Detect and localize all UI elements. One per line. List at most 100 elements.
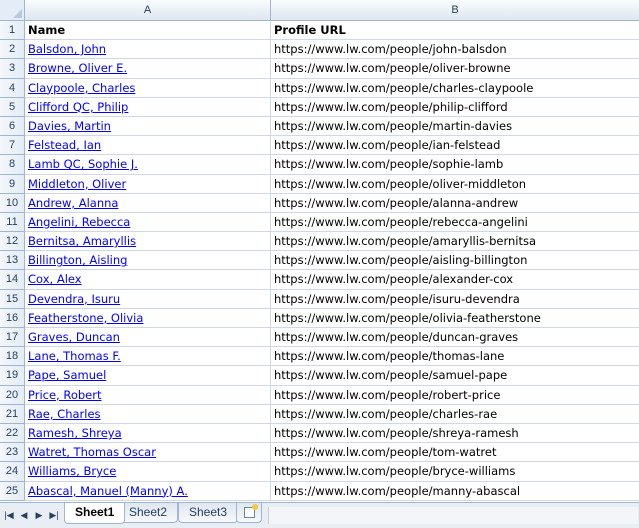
row-header[interactable]: 14	[0, 270, 25, 290]
name-hyperlink[interactable]: Lamb QC, Sophie J.	[28, 157, 138, 171]
name-hyperlink[interactable]: Price, Robert	[28, 388, 102, 402]
cell-url[interactable]: https://www.lw.com/people/oliver-browne	[271, 59, 639, 79]
row-header[interactable]: 20	[0, 385, 25, 405]
cell-name[interactable]: Graves, Duncan	[25, 328, 271, 348]
cell-name[interactable]: Middleton, Oliver	[25, 174, 271, 194]
name-hyperlink[interactable]: Andrew, Alanna	[28, 196, 118, 210]
name-hyperlink[interactable]: Bernitsa, Amaryllis	[28, 234, 136, 248]
row-header[interactable]: 25	[0, 481, 25, 501]
name-hyperlink[interactable]: Rae, Charles	[28, 407, 101, 421]
cell-name[interactable]: Lamb QC, Sophie J.	[25, 155, 271, 175]
row-header[interactable]: 6	[0, 116, 25, 137]
name-hyperlink[interactable]: Clifford QC, Philip	[28, 100, 128, 114]
cell-name[interactable]: Williams, Bryce	[25, 462, 271, 482]
row-header[interactable]: 5	[0, 97, 25, 117]
cell-name[interactable]: Davies, Martin	[25, 116, 271, 137]
name-hyperlink[interactable]: Angelini, Rebecca	[28, 215, 130, 229]
name-hyperlink[interactable]: Billington, Aisling	[28, 253, 127, 267]
cell-name[interactable]: Lane, Thomas F.	[25, 347, 271, 367]
cell-url[interactable]: https://www.lw.com/people/duncan-graves	[271, 328, 639, 348]
cell-url[interactable]: https://www.lw.com/people/alexander-cox	[271, 270, 639, 290]
row-header[interactable]: 13	[0, 251, 25, 271]
tab-sheet1[interactable]: Sheet1	[64, 503, 126, 524]
name-hyperlink[interactable]: Claypoole, Charles	[28, 81, 135, 95]
row-header[interactable]: 24	[0, 462, 25, 482]
cell-url[interactable]: https://www.lw.com/people/bryce-williams	[271, 462, 639, 482]
name-hyperlink[interactable]: Felstead, Ian	[28, 138, 101, 152]
name-hyperlink[interactable]: Middleton, Oliver	[28, 177, 126, 191]
cell-name[interactable]: Bernitsa, Amaryllis	[25, 232, 271, 252]
select-all-corner[interactable]	[0, 0, 25, 21]
cell-name[interactable]: Felstead, Ian	[25, 136, 271, 156]
cell-name[interactable]: Andrew, Alanna	[25, 193, 271, 213]
row-header[interactable]: 2	[0, 40, 25, 60]
cell-name[interactable]: Claypoole, Charles	[25, 78, 271, 98]
cell-name[interactable]: Cox, Alex	[25, 270, 271, 290]
cell-name[interactable]: Featherstone, Olivia	[25, 308, 271, 328]
row-header[interactable]: 18	[0, 347, 25, 367]
name-hyperlink[interactable]: Pape, Samuel	[28, 368, 106, 382]
row-header[interactable]: 7	[0, 136, 25, 156]
cell-name[interactable]: Balsdon, John	[25, 40, 271, 60]
row-header[interactable]: 15	[0, 289, 25, 309]
cell-url[interactable]: https://www.lw.com/people/aisling-billin…	[271, 251, 639, 271]
cell-url[interactable]: https://www.lw.com/people/john-balsdon	[271, 40, 639, 60]
name-hyperlink[interactable]: Davies, Martin	[28, 119, 111, 133]
row-header[interactable]: 22	[0, 423, 25, 444]
cell-name[interactable]: Billington, Aisling	[25, 251, 271, 271]
cell-url[interactable]: https://www.lw.com/people/charles-rae	[271, 405, 639, 424]
cell-url[interactable]: https://www.lw.com/people/samuel-pape	[271, 366, 639, 386]
cell-url[interactable]: https://www.lw.com/people/oliver-middlet…	[271, 175, 639, 194]
cell-name[interactable]: Pape, Samuel	[25, 366, 271, 386]
next-sheet-icon[interactable]: ▶	[32, 507, 46, 523]
name-hyperlink[interactable]: Balsdon, John	[28, 42, 106, 56]
cell-url[interactable]: https://www.lw.com/people/sophie-lamb	[271, 155, 639, 175]
cell-url[interactable]: https://www.lw.com/people/charles-claypo…	[271, 79, 639, 98]
row-header[interactable]: 17	[0, 328, 25, 348]
cell-url-header[interactable]: Profile URL	[271, 21, 639, 41]
cell-url[interactable]: https://www.lw.com/people/amaryllis-bern…	[271, 232, 639, 252]
column-header-b[interactable]: B	[271, 0, 639, 21]
cell-url[interactable]: https://www.lw.com/people/tom-watret	[271, 443, 639, 463]
cell-url[interactable]: https://www.lw.com/people/thomas-lane	[271, 347, 639, 367]
cell-name[interactable]: Price, Robert	[25, 385, 271, 405]
horizontal-scrollbar[interactable]	[268, 507, 638, 524]
cell-url[interactable]: https://www.lw.com/people/philip-cliffor…	[271, 98, 639, 117]
cell-name-header[interactable]: Name	[25, 21, 271, 41]
cell-url[interactable]: https://www.lw.com/people/rebecca-angeli…	[271, 213, 639, 233]
row-header[interactable]: 9	[0, 174, 25, 194]
cell-url[interactable]: https://www.lw.com/people/ian-felstead	[271, 136, 639, 156]
name-hyperlink[interactable]: Cox, Alex	[28, 272, 82, 286]
cell-name[interactable]: Abascal, Manuel (Manny) A.	[25, 481, 271, 501]
cell-url[interactable]: https://www.lw.com/people/robert-price	[271, 386, 639, 405]
cell-name[interactable]: Watret, Thomas Oscar	[25, 443, 271, 463]
insert-sheet-button[interactable]	[236, 503, 262, 523]
first-sheet-icon[interactable]: |◀	[2, 507, 16, 523]
name-hyperlink[interactable]: Graves, Duncan	[28, 330, 120, 344]
name-hyperlink[interactable]: Devendra, Isuru	[28, 292, 120, 306]
cell-name[interactable]: Devendra, Isuru	[25, 289, 271, 309]
prev-sheet-icon[interactable]: ◀	[17, 507, 31, 523]
cell-url[interactable]: https://www.lw.com/people/shreya-ramesh	[271, 424, 639, 444]
tab-sheet3[interactable]: Sheet3	[178, 503, 239, 523]
cell-name[interactable]: Ramesh, Shreya	[25, 423, 271, 444]
row-header[interactable]: 12	[0, 232, 25, 252]
name-hyperlink[interactable]: Lane, Thomas F.	[28, 349, 121, 363]
cell-name[interactable]: Browne, Oliver E.	[25, 59, 271, 79]
row-header[interactable]: 11	[0, 212, 25, 233]
row-header[interactable]: 1	[0, 21, 25, 41]
row-header[interactable]: 4	[0, 78, 25, 98]
name-hyperlink[interactable]: Featherstone, Olivia	[28, 311, 143, 325]
row-header[interactable]: 3	[0, 59, 25, 79]
cell-name[interactable]: Angelini, Rebecca	[25, 212, 271, 233]
cell-url[interactable]: https://www.lw.com/people/martin-davies	[271, 117, 639, 137]
row-header[interactable]: 19	[0, 366, 25, 386]
cell-url[interactable]: https://www.lw.com/people/alanna-andrew	[271, 194, 639, 213]
cell-url[interactable]: https://www.lw.com/people/olivia-feather…	[271, 309, 639, 328]
row-header[interactable]: 10	[0, 193, 25, 213]
row-header[interactable]: 21	[0, 404, 25, 424]
cell-url[interactable]: https://www.lw.com/people/isuru-devendra	[271, 290, 639, 309]
name-hyperlink[interactable]: Abascal, Manuel (Manny) A.	[28, 484, 188, 498]
cell-name[interactable]: Rae, Charles	[25, 404, 271, 424]
name-hyperlink[interactable]: Ramesh, Shreya	[28, 426, 122, 440]
